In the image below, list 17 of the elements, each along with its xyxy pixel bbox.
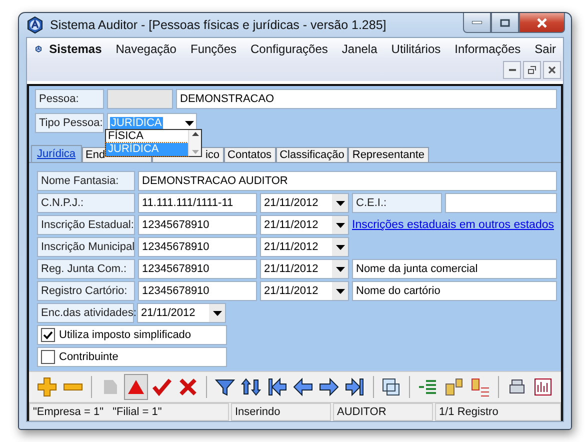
status-text: Inserindo — [231, 403, 331, 421]
checkbox-label: Utiliza imposto simplificado — [59, 329, 192, 341]
field-label: C.N.P.J.: — [37, 193, 135, 213]
field-label: Inscrição Estadual: — [37, 215, 135, 235]
status-text: 1/1 Registro — [435, 403, 561, 421]
field-label: C.E.I.: — [352, 193, 442, 213]
checkbox-label: Contribuinte — [59, 351, 118, 363]
status-text: "Empresa = 1" "Filial = 1" — [29, 403, 229, 421]
field-label: Registro Cartório: — [37, 281, 135, 301]
field-label: Pessoa: — [35, 89, 104, 109]
field-label: Nome Fantasia: — [37, 171, 135, 191]
field-label: Inscrição Municipal — [37, 237, 135, 257]
window-title: Sistema Auditor - [Pessoas físicas e jurídicas - versão 1.285] — [50, 18, 386, 32]
field-label: Enc.das atividades: — [37, 303, 134, 323]
status-text: AUDITOR — [333, 403, 433, 421]
field-label: Reg. Junta Com.: — [37, 259, 135, 279]
field-label: Tipo Pessoa: — [35, 113, 104, 133]
